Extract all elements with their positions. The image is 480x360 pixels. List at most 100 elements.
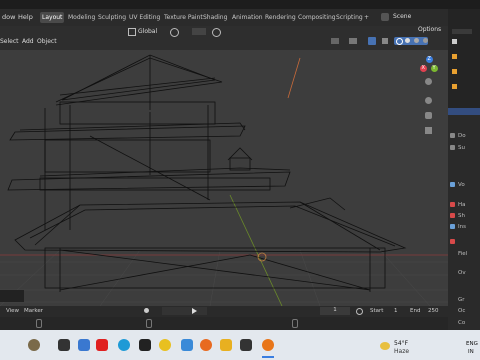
topbar: dow Help Layout Modeling Sculpting UV Ed… [0,9,464,26]
add-menu[interactable]: Add [22,38,34,45]
weather-icon [380,342,390,350]
select-menu[interactable]: Select [0,38,19,45]
scene-icon [381,13,389,21]
rendered-shading-icon[interactable] [423,38,428,43]
collection-icon [452,39,457,44]
mouse-icon [292,319,298,328]
tab-uv-editing[interactable]: UV Editing [127,12,162,23]
grid-toggle-icon[interactable] [425,127,432,134]
terminal-icon[interactable] [240,339,252,351]
prop-label-su: Su [458,145,465,151]
selected-object-row[interactable] [448,108,480,115]
gizmo-x-label: X [421,65,425,71]
properties-panel[interactable]: Do Su Vo Ha Sh Ins Fiel Ov Gr Oc Co [448,115,480,330]
viewport-header: Global Select Add Object Options [0,26,448,50]
wireframe-shading-icon[interactable] [396,38,403,45]
last-operation-panel[interactable] [0,290,24,302]
grid-lines [0,249,448,306]
language-indicator[interactable]: ENG [466,341,478,347]
gizmo-x-axis[interactable]: X [420,65,427,72]
scene-selector[interactable]: Scene [393,13,411,20]
object-tab-icon[interactable] [450,239,455,244]
avatar-icon[interactable] [28,339,40,351]
proportional-edit-icon[interactable] [212,28,221,37]
prop-label-oc: Oc [458,308,466,314]
prop-label-ins: Ins [458,224,466,230]
orientation-dropdown[interactable]: Global [138,28,157,35]
current-frame-field[interactable]: 1 [320,307,350,315]
tab-rendering[interactable]: Rendering [263,12,298,23]
firefox-icon[interactable] [200,339,212,351]
prop-label-co: Co [458,320,466,326]
play-icon[interactable] [192,308,197,314]
input-indicator[interactable]: IN [468,349,474,355]
clock-icon [356,308,363,315]
timeline-area[interactable] [0,317,448,330]
app-icon[interactable] [139,339,151,351]
overlay-toggle-icon[interactable] [368,37,376,45]
tab-modeling[interactable]: Modeling [66,12,97,23]
snap-icon[interactable] [192,28,206,35]
blender-icon[interactable] [262,339,274,351]
tab-animation[interactable]: Animation [230,12,265,23]
camera-line [287,57,301,99]
solid-shading-icon[interactable] [405,38,410,43]
active-app-indicator [262,356,274,358]
prop-label-vo: Vo [458,182,465,188]
camera-view-icon[interactable] [425,112,432,119]
task-view-icon[interactable] [58,339,70,351]
world-tab-icon[interactable] [450,224,455,229]
tab-compositing[interactable]: Compositing [296,12,338,23]
prop-label-ha: Ha [458,202,466,208]
navigation-gizmo[interactable]: X Y Z [414,52,444,142]
render-tab-icon[interactable] [450,145,455,150]
timeline-header: View Marker 1 Start 1 End 250 [0,306,448,317]
visibility-icon[interactable] [331,38,339,44]
object-menu[interactable]: Object [37,38,57,45]
material-shading-icon[interactable] [414,38,419,43]
youtube-icon[interactable] [96,339,108,351]
wireframe-model [0,54,448,306]
gizmo-z-axis[interactable]: Z [426,56,433,63]
timeline-view-menu[interactable]: View [6,308,19,314]
tab-scripting[interactable]: Scripting [334,12,365,23]
tab-sculpting[interactable]: Sculpting [96,12,128,23]
record-icon[interactable] [144,308,149,313]
edge-icon[interactable] [118,339,130,351]
pan-hand-icon[interactable] [425,97,432,104]
prop-label-do: Do [458,133,466,139]
outliner-panel[interactable] [448,9,480,115]
xray-icon[interactable] [382,38,388,44]
start-frame-field[interactable]: 1 [394,308,398,314]
gizmo-y-label: Y [432,65,436,71]
outliner-filter[interactable] [452,29,472,34]
tab-shading[interactable]: Shading [201,12,229,23]
gizmo-z-label: Z [427,56,431,62]
y-axis-line [229,194,283,306]
options-dropdown[interactable]: Options [418,26,441,33]
scene-tab-icon[interactable] [450,213,455,218]
viewport-3d[interactable]: X Y Z [0,50,448,306]
tab-layout[interactable]: Layout [40,12,65,23]
object-icon [452,69,457,74]
tab-texture-paint[interactable]: Texture Paint [162,12,205,23]
tool-tab-icon[interactable] [450,133,455,138]
gizmo-toggle-icon[interactable] [349,38,357,44]
mouse-icon [36,319,42,328]
output-tab-icon[interactable] [450,182,455,187]
menu-help[interactable]: Help [18,13,33,21]
gizmo-y-axis[interactable]: Y [431,65,438,72]
menu-window[interactable]: dow [2,13,15,21]
timeline-marker-menu[interactable]: Marker [24,308,43,314]
app-icon[interactable] [181,339,193,351]
object-icon [452,54,457,59]
view-layer-tab-icon[interactable] [450,202,455,207]
pivot-icon[interactable] [170,28,179,37]
playback-controls[interactable] [162,307,207,315]
file-explorer-icon[interactable] [220,339,232,351]
add-workspace-button[interactable]: + [362,12,371,23]
zoom-icon[interactable] [425,78,432,85]
app-icon[interactable] [78,339,90,351]
chrome-icon[interactable] [159,339,171,351]
end-frame-field[interactable]: 250 [428,308,439,314]
